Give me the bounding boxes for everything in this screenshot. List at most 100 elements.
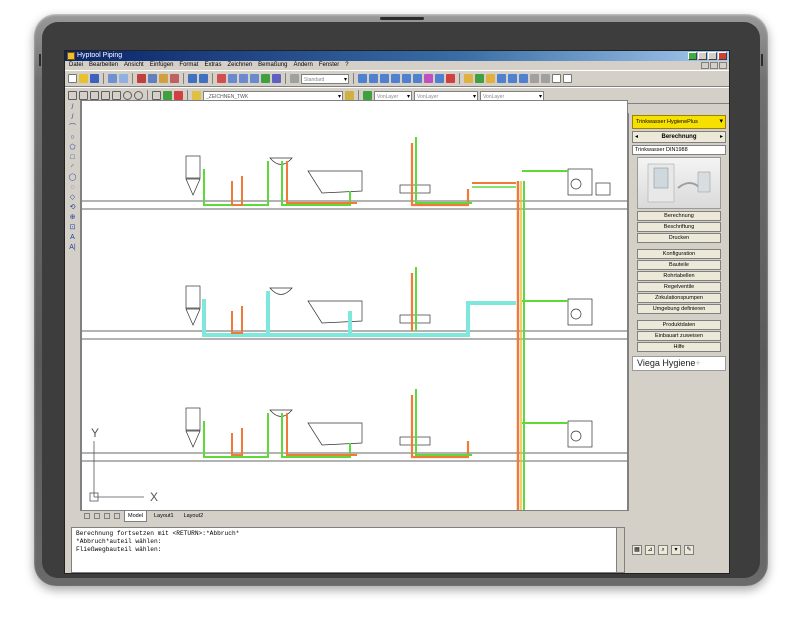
tool-blue-5-icon[interactable]	[402, 74, 411, 83]
app-status-icon[interactable]	[688, 52, 697, 60]
tab-last-icon[interactable]	[114, 513, 120, 519]
hilfe-button[interactable]: Hilfe	[637, 342, 721, 352]
tool-blue-8-icon[interactable]	[497, 74, 506, 83]
ellipse-tool-icon[interactable]: ◯	[68, 174, 78, 182]
tab-prev-icon[interactable]	[94, 513, 100, 519]
produktdaten-button[interactable]: Produktdaten	[637, 320, 721, 330]
menu-help[interactable]: ?	[345, 61, 348, 70]
cloud-tool-icon[interactable]: ◌	[68, 184, 78, 192]
cut-icon[interactable]	[137, 74, 146, 83]
panel-next-icon[interactable]: ▸	[720, 132, 723, 142]
draw-line-icon[interactable]	[68, 91, 77, 100]
menu-aendern[interactable]: Ändern	[294, 61, 313, 70]
paste-icon[interactable]	[159, 74, 168, 83]
menu-extras[interactable]: Extras	[204, 61, 221, 70]
arc-3pt-tool-icon[interactable]: ◜	[68, 164, 78, 172]
linetype-combo[interactable]: VonLayer	[414, 90, 478, 102]
tool-rect-2-icon[interactable]	[563, 74, 572, 83]
draw-xline-icon[interactable]	[90, 91, 99, 100]
new-file-icon[interactable]	[68, 74, 77, 83]
menu-format[interactable]: Format	[179, 61, 198, 70]
text-style-icon[interactable]	[290, 74, 299, 83]
properties-icon[interactable]	[261, 74, 270, 83]
tool-blue-10-icon[interactable]	[519, 74, 528, 83]
line-tool-icon[interactable]: /	[68, 104, 78, 112]
dropdown-arrow-icon[interactable]: ▾	[671, 545, 681, 555]
konfiguration-button[interactable]: Konfiguration	[637, 249, 721, 259]
tab-layout1[interactable]: Layout1	[151, 511, 177, 521]
tray-settings-icon[interactable]: ✎	[684, 545, 694, 555]
doc-close-button[interactable]	[719, 62, 727, 69]
copy-icon[interactable]	[148, 74, 157, 83]
style-combo[interactable]: Standard	[301, 73, 349, 85]
tab-model[interactable]: Model	[124, 510, 147, 522]
rohrtabellen-button[interactable]: Rohrtabellen	[637, 271, 721, 281]
zirkulationspumpen-button[interactable]: Zirkulationspumpen	[637, 293, 721, 303]
osnap-icon[interactable]	[174, 91, 183, 100]
panel-prev-icon[interactable]: ◂	[635, 132, 638, 142]
spline-tool-icon[interactable]: ⟲	[68, 204, 78, 212]
layer-combo[interactable]: _ZEICHNEN_TWK	[203, 90, 343, 102]
tool-blue-2-icon[interactable]	[369, 74, 378, 83]
drucken-button[interactable]: Drucken	[637, 233, 721, 243]
tool-yellow-2-icon[interactable]	[486, 74, 495, 83]
lineweight-combo[interactable]: VonLayer	[480, 90, 544, 102]
umgebung-definieren-button[interactable]: Umgebung definieren	[637, 304, 721, 314]
open-folder-icon[interactable]	[79, 74, 88, 83]
circle-tool-icon[interactable]: ○	[68, 134, 78, 142]
tool-magenta-icon[interactable]	[424, 74, 433, 83]
draw-cross-icon[interactable]	[101, 91, 110, 100]
color-combo[interactable]: VonLayer	[374, 90, 412, 102]
preview-icon[interactable]	[119, 74, 128, 83]
einbauart-zuweisen-button[interactable]: Einbauart zuweisen	[637, 331, 721, 341]
draw-perpendicular-icon[interactable]	[152, 91, 161, 100]
insert-block-icon[interactable]: ⊕	[68, 214, 78, 222]
redo-icon[interactable]	[199, 74, 208, 83]
text-tool-icon[interactable]: A	[68, 234, 78, 242]
tool-blue-4-icon[interactable]	[391, 74, 400, 83]
berechnung-button[interactable]: Berechnung	[637, 211, 721, 221]
tab-layout2[interactable]: Layout2	[181, 511, 207, 521]
save-icon[interactable]	[90, 74, 99, 83]
polygon-tool-icon[interactable]: ⬠	[68, 144, 78, 152]
doc-restore-button[interactable]	[710, 62, 718, 69]
tool-gray-1-icon[interactable]	[530, 74, 539, 83]
tool-gray-2-icon[interactable]	[541, 74, 550, 83]
draw-circle-icon[interactable]	[123, 91, 132, 100]
arc-tool-icon[interactable]: ⌒	[68, 124, 78, 132]
rectangle-tool-icon[interactable]: □	[68, 154, 78, 162]
mtext-tool-icon[interactable]: A|	[68, 244, 78, 252]
drawing-canvas[interactable]: Y X	[81, 100, 628, 511]
tool-blue-9-icon[interactable]	[508, 74, 517, 83]
tool-red-icon[interactable]	[446, 74, 455, 83]
tool-green-icon[interactable]	[475, 74, 484, 83]
draw-polyline-icon[interactable]	[79, 91, 88, 100]
beschriftung-button[interactable]: Beschriftung	[637, 222, 721, 232]
menu-datei[interactable]: Datei	[69, 61, 83, 70]
tool-blue-6-icon[interactable]	[413, 74, 422, 83]
zoom-menu-icon[interactable]: ⌕	[658, 545, 668, 555]
ortho-toggle-icon[interactable]: ⊿	[645, 545, 655, 555]
tool-yellow-1-icon[interactable]	[464, 74, 473, 83]
draw-arc-icon[interactable]	[112, 91, 121, 100]
bauteile-button[interactable]: Bauteile	[637, 260, 721, 270]
zoom-realtime-icon[interactable]	[228, 74, 237, 83]
undo-icon[interactable]	[188, 74, 197, 83]
menu-zeichnen[interactable]: Zeichnen	[227, 61, 252, 70]
construction-line-tool-icon[interactable]: /	[68, 114, 78, 122]
print-icon[interactable]	[108, 74, 117, 83]
zoom-previous-icon[interactable]	[250, 74, 259, 83]
grid-toggle-icon[interactable]: ▦	[632, 545, 642, 555]
command-line[interactable]: Berechnung fortsetzen mit <RETURN>:*Abbr…	[71, 527, 625, 573]
menu-bemassung[interactable]: Bemaßung	[258, 61, 287, 70]
tool-blue-1-icon[interactable]	[358, 74, 367, 83]
tool-blue-3-icon[interactable]	[380, 74, 389, 83]
module-dropdown[interactable]: Trinkwasser HygienePlus	[632, 115, 726, 129]
menu-fenster[interactable]: Fenster	[319, 61, 339, 70]
hatch-tool-icon[interactable]: ⊡	[68, 224, 78, 232]
snap-icon[interactable]	[163, 91, 172, 100]
pan-icon[interactable]	[217, 74, 226, 83]
menu-ansicht[interactable]: Ansicht	[124, 61, 144, 70]
tab-first-icon[interactable]	[84, 513, 90, 519]
menu-bearbeiten[interactable]: Bearbeiten	[89, 61, 118, 70]
